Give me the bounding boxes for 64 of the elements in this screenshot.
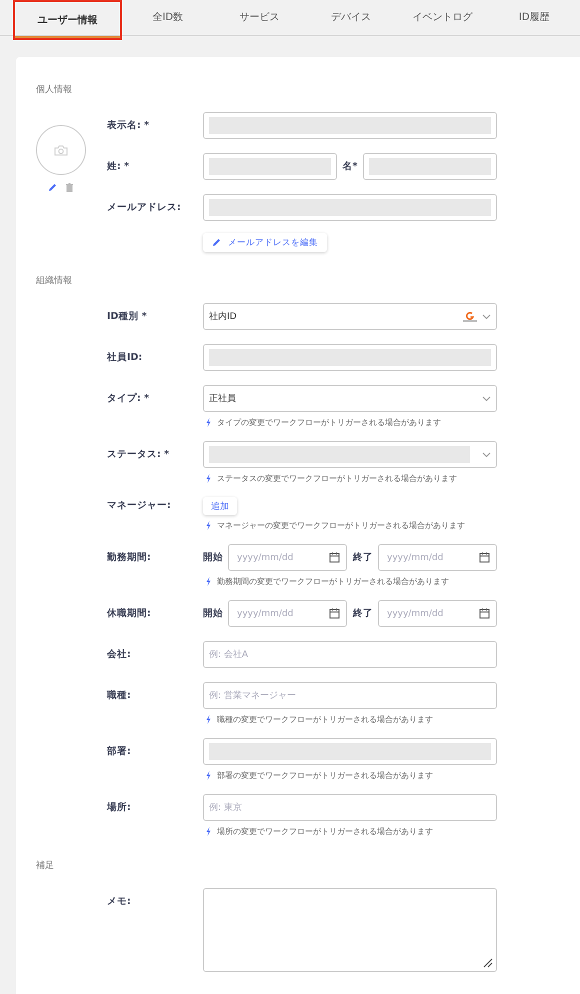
trash-icon xyxy=(66,183,73,192)
field-label: 職種: xyxy=(107,688,132,703)
tab[interactable]: デバイス xyxy=(305,0,397,34)
lightning-icon xyxy=(206,715,211,724)
lightning-icon xyxy=(206,771,211,780)
field-label: 表示名: * xyxy=(107,119,150,133)
field-label: メモ: xyxy=(107,895,132,909)
calendar-icon xyxy=(329,552,340,563)
input-field[interactable]: 例: 営業マネージャー xyxy=(203,682,497,709)
input-field[interactable]: 例: 東京 xyxy=(203,794,497,821)
tab[interactable]: ユーザー情報 xyxy=(13,0,122,40)
lightning-icon xyxy=(206,577,211,586)
field-label: メールアドレス: xyxy=(107,201,182,215)
date-label: 開始 xyxy=(203,607,223,620)
add-button[interactable]: 追加 xyxy=(203,497,237,515)
input-field[interactable]: 例: 会社A xyxy=(203,641,497,668)
field-label: ID種別 * xyxy=(107,310,148,324)
section-title: 組織情報 xyxy=(36,274,73,287)
section-title: 補足 xyxy=(36,860,55,872)
lightning-icon xyxy=(206,521,211,530)
pencil-icon xyxy=(212,238,221,247)
chevron-down-icon xyxy=(482,396,491,402)
field-label: 会社: xyxy=(107,648,132,662)
field-label: 休職期間: xyxy=(107,606,152,621)
field-label: 名* xyxy=(342,160,358,173)
tab[interactable]: ID履歴 xyxy=(488,0,580,34)
pencil-icon xyxy=(48,183,57,192)
input-field[interactable] xyxy=(203,738,497,765)
calendar-icon xyxy=(479,552,490,563)
calendar-icon xyxy=(479,608,490,619)
input-field[interactable] xyxy=(203,153,337,180)
field-label: マネージャー: xyxy=(107,499,172,513)
field-label: ステータス: * xyxy=(107,448,170,462)
section-title: 個人情報 xyxy=(36,84,73,96)
field-label: 姓: * xyxy=(107,160,130,174)
resize-handle-icon xyxy=(483,958,493,968)
camera-icon xyxy=(54,144,68,156)
input-field[interactable] xyxy=(203,194,497,221)
select-field[interactable] xyxy=(203,441,497,468)
chevron-down-icon xyxy=(482,452,491,458)
input-field[interactable] xyxy=(203,112,497,139)
avatar-placeholder[interactable] xyxy=(36,125,86,175)
field-label: タイプ: * xyxy=(107,392,150,406)
field-label: 場所: xyxy=(107,801,132,815)
field-label: 部署: xyxy=(107,744,132,759)
select-field[interactable]: 社内ID xyxy=(203,303,497,330)
input-field[interactable] xyxy=(203,344,497,371)
tab[interactable]: 全ID数 xyxy=(122,0,214,34)
date-label: 終了 xyxy=(353,551,373,564)
field-label: 勤務期間: xyxy=(107,551,152,565)
input-field[interactable] xyxy=(363,153,497,180)
lightning-icon xyxy=(206,827,211,836)
edit-email-button[interactable]: メールアドレスを編集 xyxy=(203,233,327,252)
memo-field[interactable] xyxy=(203,888,497,972)
select-field[interactable]: 正社員 xyxy=(203,385,497,412)
tab[interactable]: イベントログ xyxy=(396,0,488,34)
date-label: 開始 xyxy=(203,551,223,564)
calendar-icon xyxy=(329,608,340,619)
chevron-down-icon xyxy=(482,314,491,320)
lightning-icon xyxy=(206,474,211,483)
lightning-icon xyxy=(206,418,211,427)
date-label: 終了 xyxy=(353,607,373,620)
field-label: 社員ID: xyxy=(107,351,144,365)
tab[interactable]: サービス xyxy=(214,0,306,34)
